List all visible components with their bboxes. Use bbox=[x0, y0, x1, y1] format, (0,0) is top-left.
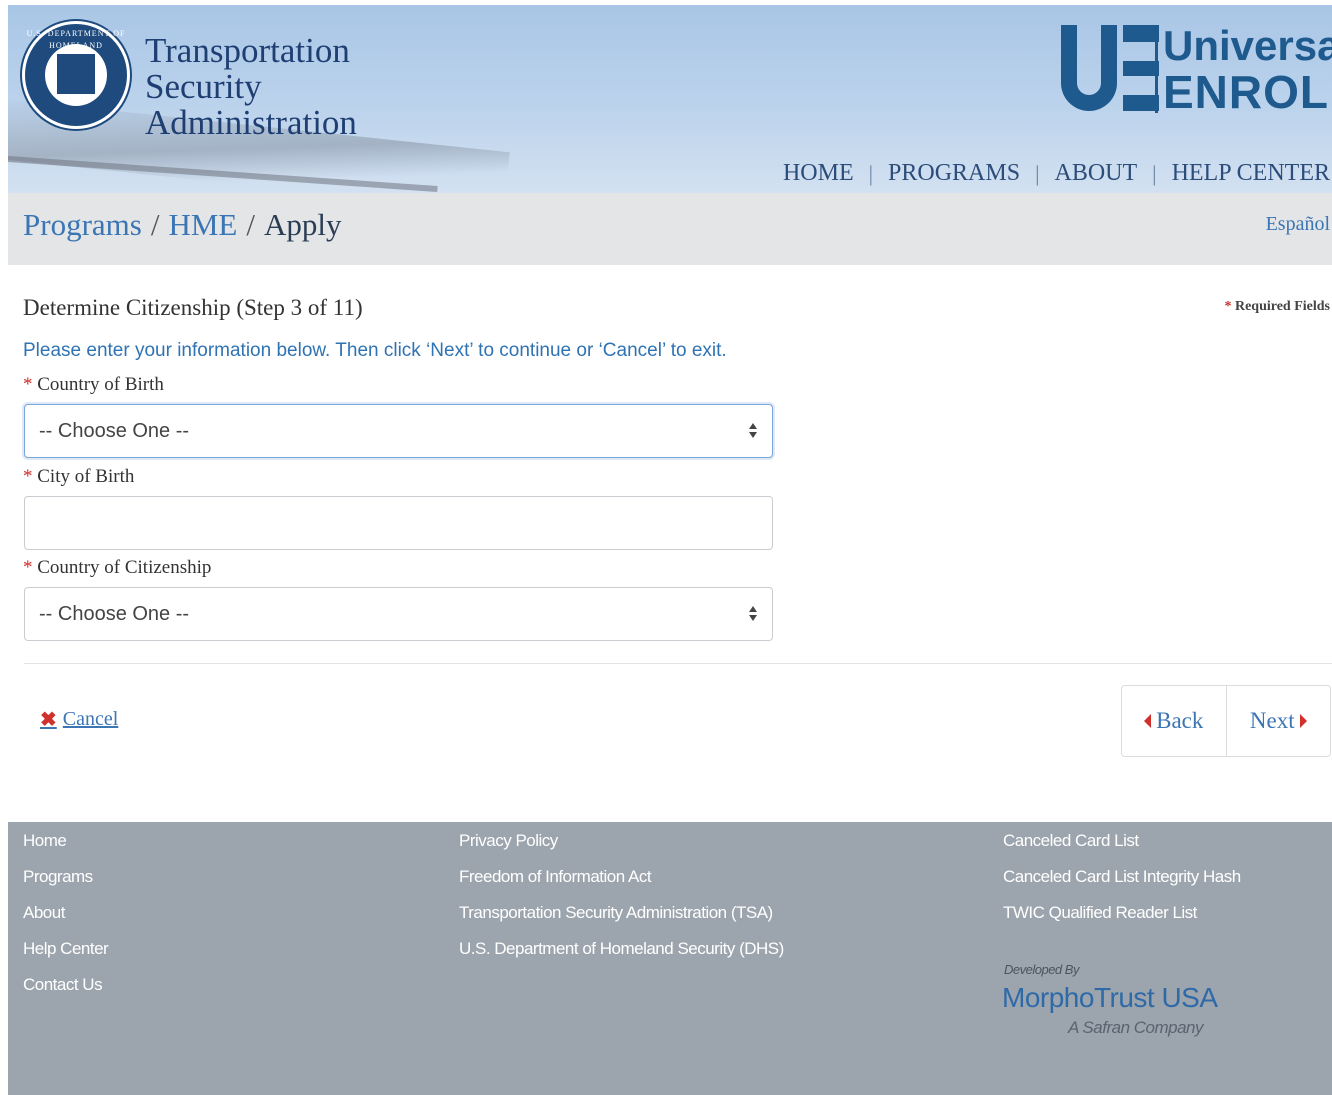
nav-separator: | bbox=[1035, 160, 1040, 186]
agency-line-1: Transportation bbox=[145, 31, 350, 70]
back-button[interactable]: Back bbox=[1122, 686, 1226, 756]
nav-about[interactable]: ABOUT bbox=[1054, 160, 1137, 187]
logo-e-bar bbox=[1123, 61, 1159, 76]
logo-divider bbox=[1155, 31, 1158, 113]
footer-link-twic-reader-list[interactable]: TWIC Qualified Reader List bbox=[1003, 903, 1241, 939]
tsa-logo-text[interactable]: Transportation Security Administration bbox=[145, 33, 357, 141]
next-label: Next bbox=[1249, 708, 1295, 733]
footer-column-cards: Canceled Card List Canceled Card List In… bbox=[1003, 831, 1241, 939]
nav-programs[interactable]: PROGRAMS bbox=[888, 160, 1020, 187]
country-of-birth-select[interactable]: -- Choose One -- bbox=[24, 404, 773, 458]
country-of-citizenship-select[interactable]: -- Choose One -- bbox=[24, 587, 773, 641]
select-arrows-icon bbox=[748, 606, 758, 622]
form-divider bbox=[24, 663, 1332, 664]
footer-column-site: Home Programs About Help Center Contact … bbox=[23, 831, 109, 1011]
site-header: U.S. DEPARTMENT OF HOMELAND SECURITY Tra… bbox=[8, 5, 1332, 193]
footer-link-about[interactable]: About bbox=[23, 903, 108, 939]
required-fields-note: * Required Fields bbox=[1224, 299, 1330, 315]
top-navigation: HOME | PROGRAMS | ABOUT | HELP CENTER bbox=[783, 160, 1330, 187]
back-label: Back bbox=[1156, 708, 1204, 733]
universal-enroll-logo-mark[interactable] bbox=[1061, 25, 1161, 115]
step-navigation: Back Next bbox=[1121, 685, 1331, 757]
nav-home[interactable]: HOME bbox=[783, 160, 854, 187]
instructions-text: Please enter your information below. The… bbox=[23, 340, 727, 361]
country-of-citizenship-label: * Country of Citizenship bbox=[23, 557, 211, 579]
city-of-birth-label: * City of Birth bbox=[23, 466, 134, 488]
eagle-icon bbox=[57, 54, 95, 94]
morphotrust-logo[interactable]: MorphoTrust USA bbox=[1002, 982, 1218, 1014]
nav-help-center[interactable]: HELP CENTER bbox=[1172, 160, 1330, 187]
footer-link-programs[interactable]: Programs bbox=[23, 867, 108, 903]
agency-line-2: Security bbox=[145, 67, 262, 106]
dhs-seal-logo: U.S. DEPARTMENT OF HOMELAND SECURITY bbox=[22, 21, 130, 129]
footer-link-home[interactable]: Home bbox=[23, 831, 108, 867]
footer-link-help-center[interactable]: Help Center bbox=[23, 939, 109, 975]
footer-column-policy: Privacy Policy Freedom of Information Ac… bbox=[459, 831, 784, 975]
breadcrumb-bar: Programs / HME / Apply Español bbox=[8, 193, 1332, 265]
close-icon: ✖ bbox=[40, 709, 57, 731]
site-footer: Home Programs About Help Center Contact … bbox=[8, 822, 1332, 1095]
developed-by-label: Developed By bbox=[1004, 962, 1079, 977]
agency-line-3: Administration bbox=[145, 103, 357, 142]
required-star: * bbox=[23, 557, 33, 578]
country-of-birth-value: -- Choose One -- bbox=[39, 419, 190, 442]
brand-enroll: ENROLL bbox=[1163, 66, 1332, 118]
breadcrumb-separator: / bbox=[150, 207, 160, 242]
logo-e-bar bbox=[1123, 95, 1159, 111]
city-of-birth-input[interactable] bbox=[24, 496, 773, 550]
breadcrumb-separator: / bbox=[246, 207, 255, 242]
nav-separator: | bbox=[1152, 160, 1157, 186]
required-star: * bbox=[1224, 299, 1232, 314]
next-button[interactable]: Next bbox=[1225, 686, 1331, 756]
breadcrumb-hme[interactable]: HME bbox=[168, 207, 237, 242]
required-note-text: Required Fields bbox=[1234, 299, 1330, 314]
logo-e-bar bbox=[1123, 25, 1159, 42]
required-star: * bbox=[23, 466, 33, 487]
caret-left-icon bbox=[1144, 714, 1152, 728]
footer-link-canceled-card-list[interactable]: Canceled Card List bbox=[1003, 831, 1241, 867]
footer-link-privacy-policy[interactable]: Privacy Policy bbox=[459, 831, 784, 867]
language-link-espanol[interactable]: Español bbox=[1266, 213, 1330, 236]
country-of-birth-label: * Country of Birth bbox=[23, 374, 164, 396]
footer-link-foia[interactable]: Freedom of Information Act bbox=[459, 867, 784, 903]
nav-separator: | bbox=[868, 160, 874, 186]
breadcrumb: Programs / HME / Apply bbox=[23, 207, 341, 243]
footer-link-tsa[interactable]: Transportation Security Administration (… bbox=[459, 903, 784, 939]
logo-u-shape bbox=[1061, 25, 1117, 111]
select-arrows-icon bbox=[748, 423, 758, 439]
footer-link-contact-us[interactable]: Contact Us bbox=[23, 975, 108, 1011]
country-of-citizenship-value: -- Choose One -- bbox=[39, 602, 190, 625]
cancel-label: Cancel bbox=[62, 708, 119, 730]
footer-link-canceled-card-hash[interactable]: Canceled Card List Integrity Hash bbox=[1003, 867, 1241, 903]
brand-universal: Universal bbox=[1163, 22, 1332, 69]
cancel-button[interactable]: ✖ Cancel bbox=[40, 707, 118, 732]
safran-tagline: A Safran Company bbox=[1068, 1018, 1204, 1037]
caret-right-icon bbox=[1299, 714, 1307, 728]
country-of-birth-label-text: Country of Birth bbox=[37, 374, 164, 395]
breadcrumb-programs[interactable]: Programs bbox=[23, 207, 142, 242]
page-title: Determine Citizenship (Step 3 of 11) bbox=[23, 295, 363, 320]
city-of-birth-label-text: City of Birth bbox=[37, 466, 135, 487]
footer-link-dhs[interactable]: U.S. Department of Homeland Security (DH… bbox=[459, 939, 784, 975]
breadcrumb-current: Apply bbox=[263, 207, 342, 242]
required-star: * bbox=[23, 374, 33, 395]
country-of-citizenship-label-text: Country of Citizenship bbox=[37, 557, 212, 578]
